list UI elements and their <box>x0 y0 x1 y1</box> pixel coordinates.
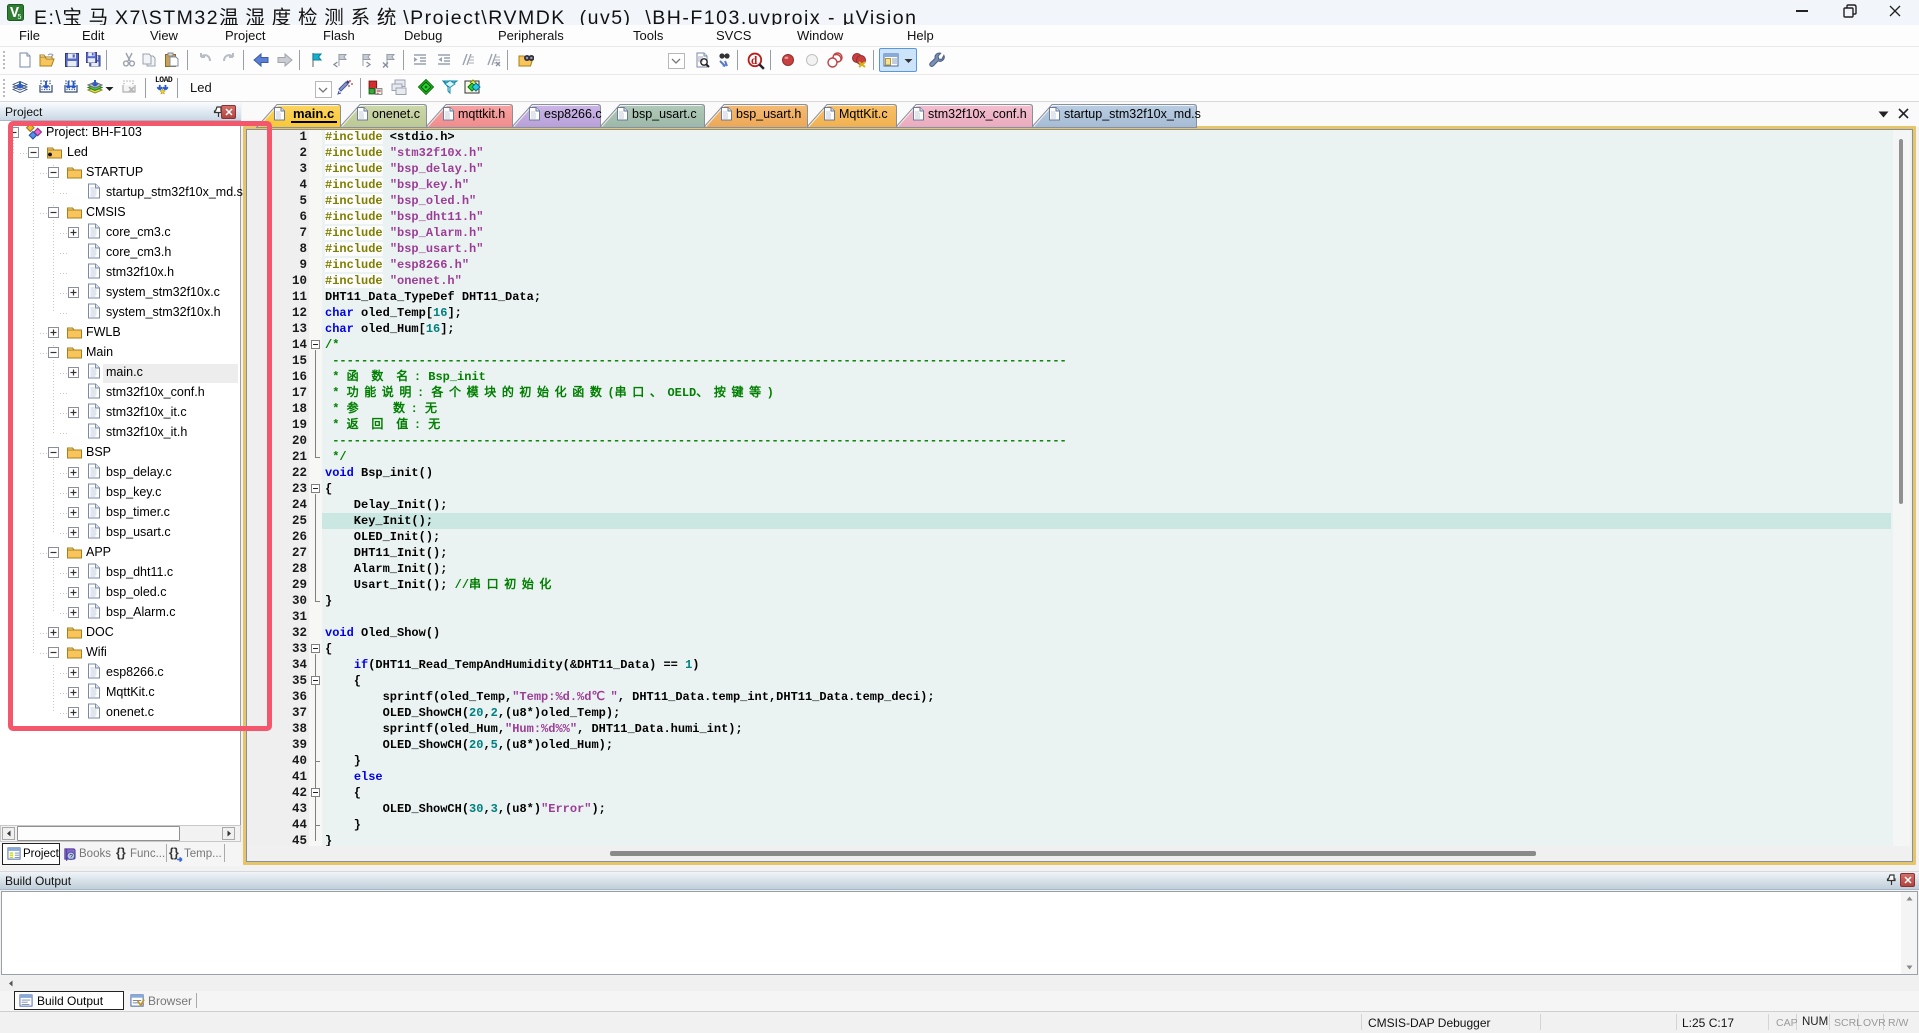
svg-text:5: 5 <box>18 14 22 21</box>
svg-text:?: ? <box>69 854 73 861</box>
